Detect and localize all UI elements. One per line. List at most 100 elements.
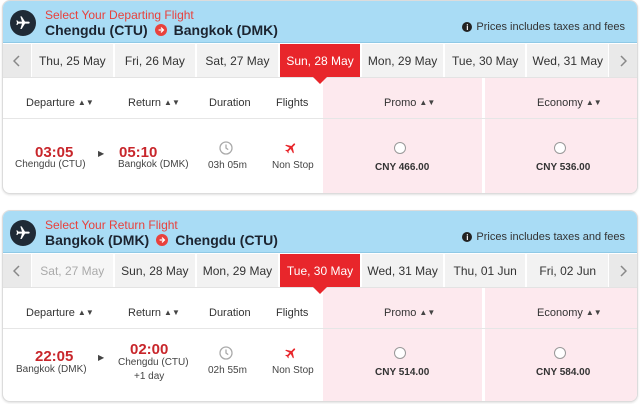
sort-icon: ▲▼	[164, 308, 180, 317]
arrival-time: 02:00	[130, 341, 169, 358]
prices-note: i Prices includes taxes and fees	[462, 21, 625, 33]
promo-price: CNY 466.00	[375, 162, 430, 173]
col-promo-label: Promo	[384, 307, 417, 319]
airline-plane-icon	[284, 141, 298, 160]
sort-icon: ▲▼	[164, 98, 180, 107]
sort-return[interactable]: Return ▲▼	[128, 307, 180, 319]
departure-city: Bangkok (DMK)	[16, 364, 87, 375]
col-flights: Flights	[276, 307, 309, 319]
sort-icon: ▲▼	[419, 308, 436, 317]
next-dates-button[interactable]	[609, 44, 637, 77]
column-headers: Departure ▲▼ Return ▲▼ Duration Flights Pr…	[3, 296, 637, 329]
date-tab[interactable]: Fri, 02 Jun	[527, 254, 609, 287]
airline-plane-icon	[284, 346, 298, 365]
sort-return[interactable]: Return ▲▼	[128, 97, 180, 109]
flight-duration: 02h 55m	[208, 365, 247, 376]
date-tab[interactable]: Fri, 26 May	[114, 44, 196, 77]
prices-note-text: Prices includes taxes and fees	[476, 21, 625, 33]
sort-promo[interactable]: Promo ▲▼	[384, 97, 435, 109]
departing-header: Select Your Departing Flight Chengdu (CT…	[3, 1, 637, 43]
sort-promo[interactable]: Promo ▲▼	[384, 307, 435, 319]
sort-departure[interactable]: Departure ▲▼	[26, 307, 94, 319]
arrival-city: Chengdu (CTU)	[118, 357, 189, 368]
chevron-right-icon	[620, 264, 627, 277]
col-duration: Duration	[209, 307, 251, 319]
promo-fare-radio[interactable]	[394, 347, 406, 359]
sort-icon: ▲▼	[77, 98, 94, 107]
caret-right-icon: ▶	[98, 149, 105, 158]
select-departing-label: Select Your Departing Flight	[45, 8, 194, 22]
sort-economy[interactable]: Economy ▲▼	[537, 97, 602, 109]
date-tab[interactable]: Thu, 25 May	[32, 44, 113, 77]
flight-row: 22:05 Bangkok (DMK) ▶ 02:00 Chengdu (CTU…	[3, 330, 637, 401]
date-tab[interactable]: Mon, 29 May	[362, 44, 443, 77]
sort-icon: ▲▼	[419, 98, 436, 107]
date-tab[interactable]: Sat, 27 May	[32, 254, 113, 287]
sort-economy[interactable]: Economy ▲▼	[537, 307, 602, 319]
promo-fare-radio[interactable]	[394, 142, 406, 154]
col-economy-label: Economy	[537, 307, 583, 319]
select-return-label: Select Your Return Flight	[45, 218, 178, 232]
route-destination: Bangkok (DMK)	[173, 22, 278, 38]
col-departure-label: Departure	[26, 97, 75, 109]
col-flights: Flights	[276, 97, 309, 109]
prev-dates-button[interactable]	[3, 44, 31, 77]
caret-right-icon: ▶	[98, 353, 105, 362]
date-tab[interactable]: Tue, 30 May	[444, 44, 526, 77]
economy-fare-radio[interactable]	[554, 142, 566, 154]
prev-dates-button[interactable]	[3, 254, 31, 287]
chevron-left-icon	[13, 54, 20, 67]
return-date-bar: Sat, 27 May Sun, 28 May Mon, 29 May Tue,…	[3, 254, 637, 294]
col-departure-label: Departure	[26, 307, 75, 319]
departing-route: Chengdu (CTU) Bangkok (DMK)	[45, 22, 278, 38]
col-return-label: Return	[128, 97, 162, 109]
date-tab[interactable]: Tue, 30 May	[279, 254, 361, 294]
return-dates: Sat, 27 May Sun, 28 May Mon, 29 May Tue,…	[31, 254, 609, 294]
date-tab[interactable]: Mon, 29 May	[197, 254, 278, 287]
return-route: Bangkok (DMK) Chengdu (CTU)	[45, 232, 278, 248]
date-tab[interactable]: Wed, 31 May	[362, 254, 443, 287]
flight-row: 03:05 Chengdu (CTU) ▶ 05:10 Bangkok (DMK…	[3, 120, 637, 192]
info-icon: i	[462, 232, 473, 242]
date-tab[interactable]: Sun, 28 May	[279, 44, 361, 84]
prices-note: i Prices includes taxes and fees	[462, 231, 625, 243]
flight-stops: Non Stop	[272, 365, 314, 376]
plus-day-note: +1 day	[134, 371, 165, 382]
date-tab[interactable]: Wed, 31 May	[527, 44, 609, 77]
date-tab[interactable]: Sat, 27 May	[197, 44, 278, 77]
departing-date-bar: Thu, 25 May Fri, 26 May Sat, 27 May Sun,…	[3, 44, 637, 84]
return-card: Select Your Return Flight Bangkok (DMK) …	[2, 210, 638, 402]
col-economy-label: Economy	[537, 97, 583, 109]
clock-icon	[219, 141, 233, 160]
col-duration: Duration	[209, 97, 251, 109]
sort-departure[interactable]: Departure ▲▼	[26, 97, 94, 109]
return-header: Select Your Return Flight Bangkok (DMK) …	[3, 211, 637, 253]
route-destination: Chengdu (CTU)	[175, 232, 278, 248]
sort-icon: ▲▼	[77, 308, 94, 317]
arrival-city: Bangkok (DMK)	[118, 159, 189, 170]
chevron-left-icon	[13, 264, 20, 277]
prices-note-text: Prices includes taxes and fees	[476, 231, 625, 243]
economy-price: CNY 584.00	[536, 367, 591, 378]
route-origin: Chengdu (CTU)	[45, 22, 148, 38]
departure-city: Chengdu (CTU)	[15, 159, 86, 170]
sort-icon: ▲▼	[585, 98, 602, 107]
col-promo-label: Promo	[384, 97, 417, 109]
arrow-right-icon	[156, 234, 169, 246]
next-dates-button[interactable]	[609, 254, 637, 287]
column-headers: Departure ▲▼ Return ▲▼ Duration Flights Pr…	[3, 86, 637, 119]
promo-price: CNY 514.00	[375, 367, 430, 378]
col-return-label: Return	[128, 307, 162, 319]
plane-icon	[10, 220, 36, 246]
economy-price: CNY 536.00	[536, 162, 591, 173]
departure-time: 22:05	[35, 348, 74, 365]
departing-dates: Thu, 25 May Fri, 26 May Sat, 27 May Sun,…	[31, 44, 609, 84]
flight-duration: 03h 05m	[208, 160, 247, 171]
date-tab[interactable]: Sun, 28 May	[114, 254, 196, 287]
date-tab[interactable]: Thu, 01 Jun	[444, 254, 526, 287]
arrow-right-icon	[154, 24, 167, 36]
info-icon: i	[462, 22, 473, 32]
economy-fare-radio[interactable]	[554, 347, 566, 359]
flight-stops: Non Stop	[272, 160, 314, 171]
sort-icon: ▲▼	[585, 308, 602, 317]
